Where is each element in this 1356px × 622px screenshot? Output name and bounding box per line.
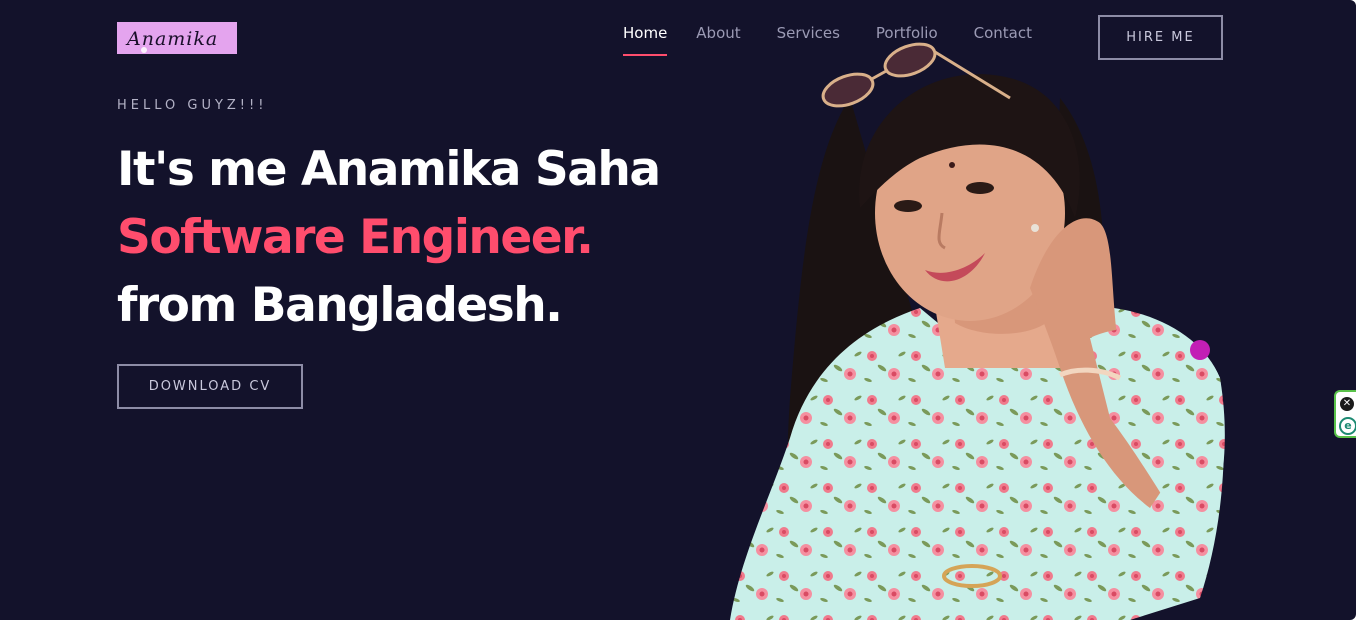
extension-app-icon[interactable]: e: [1339, 417, 1356, 435]
hero-page: Anamika Home About Services Portfolio Co…: [0, 0, 1356, 620]
close-icon[interactable]: ✕: [1340, 397, 1354, 411]
hero-title-line-3: from Bangladesh.: [117, 278, 563, 333]
download-cv-button[interactable]: DOWNLOAD CV: [117, 364, 303, 409]
nav-item-home[interactable]: Home: [623, 24, 668, 56]
hero-greeting: HELLO GUYZ!!!: [117, 98, 268, 113]
browser-extension-widget: ✕ e: [1334, 390, 1356, 438]
logo-dot: [141, 47, 147, 53]
profile-photo: [730, 42, 1225, 620]
hero-title-line-1: It's me Anamika Saha: [117, 142, 661, 197]
logo-text: Anamika: [127, 28, 219, 50]
hero-title-line-2: Software Engineer.: [117, 210, 594, 265]
site-logo[interactable]: Anamika: [117, 22, 237, 54]
